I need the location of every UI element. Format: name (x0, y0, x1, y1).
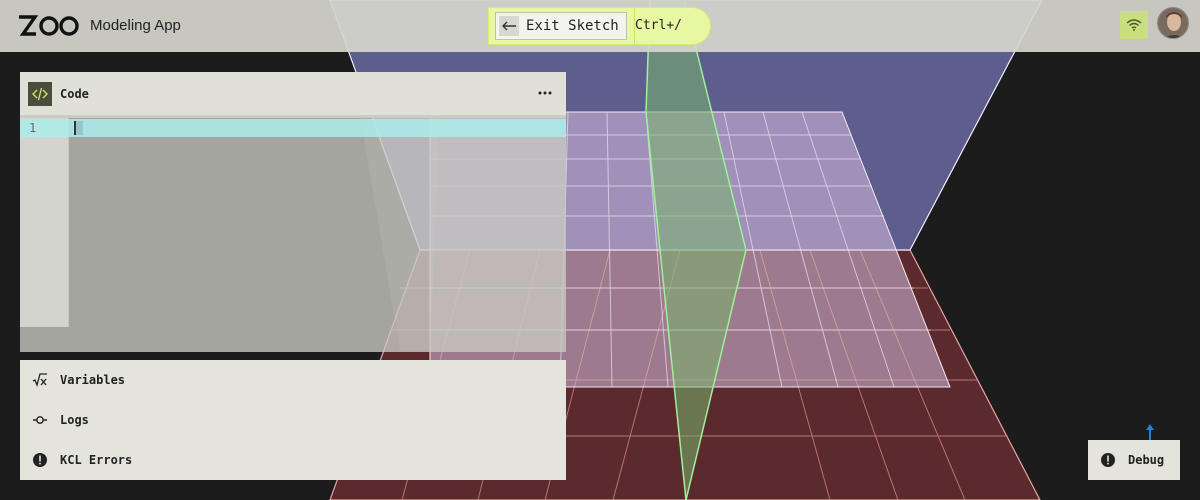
more-horizontal-icon[interactable] (536, 85, 554, 101)
app-name: Modeling App (90, 17, 181, 34)
code-brackets-icon (28, 82, 52, 106)
arrow-left-icon (499, 16, 519, 36)
alert-circle-icon (33, 453, 47, 467)
zoo-logo[interactable] (18, 14, 80, 38)
network-health-button[interactable] (1120, 11, 1148, 39)
exit-sketch-label: Exit Sketch (526, 18, 619, 34)
debug-button[interactable]: Debug (1088, 440, 1180, 480)
logs-label: Logs (60, 413, 89, 427)
wifi-icon (1126, 19, 1142, 31)
line-number-gutter (20, 118, 69, 327)
alert-circle-icon (1101, 453, 1115, 467)
logs-panel-button[interactable]: Logs (20, 400, 566, 440)
kcl-errors-label: KCL Errors (60, 453, 133, 467)
code-pane-title: Code (60, 87, 89, 101)
kcl-errors-panel-button[interactable]: KCL Errors (20, 440, 566, 480)
debug-label: Debug (1128, 453, 1165, 467)
variables-panel-button[interactable]: Variables (20, 360, 566, 400)
sketch-toolbar: Exit Sketch Ctrl+/ (488, 7, 711, 45)
exit-sketch-shortcut: Ctrl+/ (635, 18, 682, 33)
code-pane-header: Code (20, 72, 566, 115)
code-editor[interactable] (69, 118, 566, 327)
axis-indicator (1146, 424, 1154, 441)
code-pane: Code 1 (20, 72, 566, 352)
commit-dot-icon (33, 416, 47, 424)
variables-label: Variables (60, 373, 126, 387)
exit-sketch-button[interactable]: Exit Sketch (495, 12, 627, 40)
top-bar: Modeling App Exit Sketch Ctrl+/ (0, 0, 1200, 52)
user-avatar[interactable] (1157, 7, 1189, 39)
sqrt-x-icon (32, 373, 47, 388)
text-cursor (74, 121, 83, 135)
line-number: 1 (29, 121, 37, 135)
